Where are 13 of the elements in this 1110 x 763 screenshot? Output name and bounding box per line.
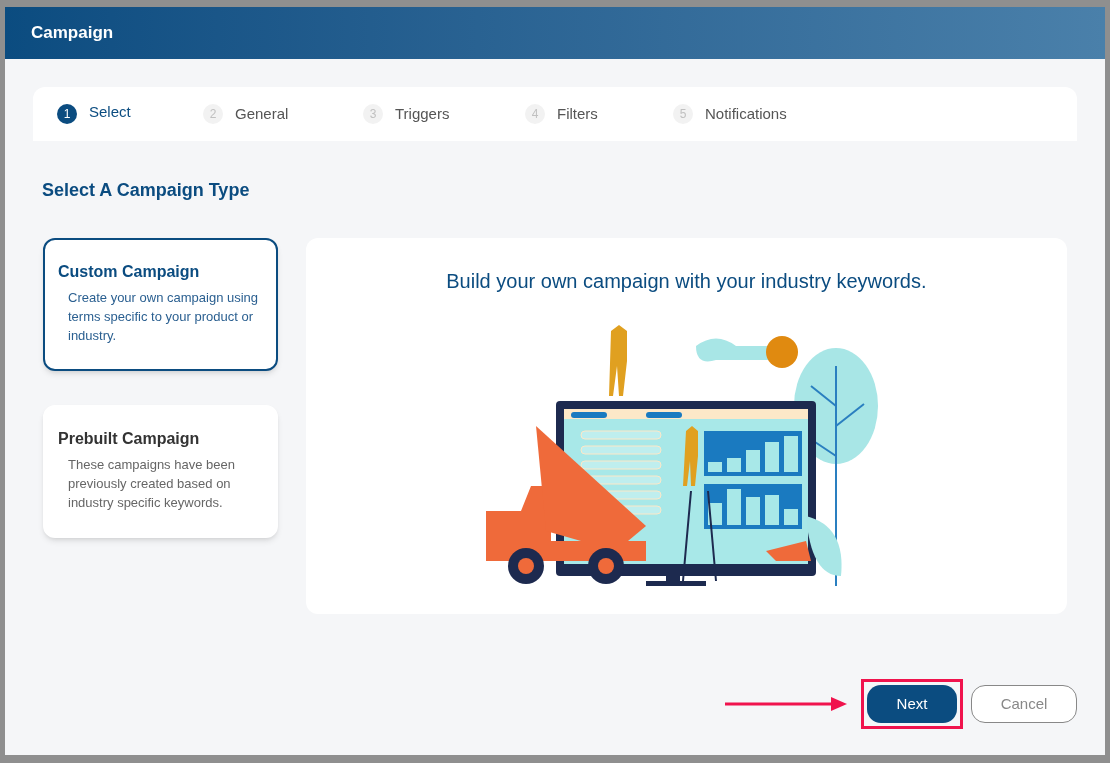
card-title: Prebuilt Campaign	[58, 429, 201, 449]
next-button[interactable]: Next	[867, 685, 957, 723]
card-description: These campaigns have been previously created based on industry specific keywords.	[67, 456, 236, 512]
campaign-type-card[interactable]: Prebuilt Campaign These campaigns have been previously created based on industry specific keywords.	[43, 405, 278, 538]
card-description: Create your own campaign using terms specific to your product or industry.	[67, 289, 260, 345]
step-tab[interactable]: 1 Select	[57, 104, 203, 124]
card-title: Custom Campaign	[58, 262, 201, 282]
dialog-title: Campaign	[31, 22, 114, 45]
preview-caption: Build your own campaign with your industry keywords.	[446, 269, 927, 294]
pointer-arrow-icon	[725, 697, 847, 711]
campaign-type-card[interactable]: Custom Campaign Create your own campaign using terms specific to your product or industry.	[43, 238, 278, 371]
section-heading: Select A Campaign Type	[42, 179, 251, 202]
cancel-button[interactable]: Cancel	[971, 685, 1077, 723]
